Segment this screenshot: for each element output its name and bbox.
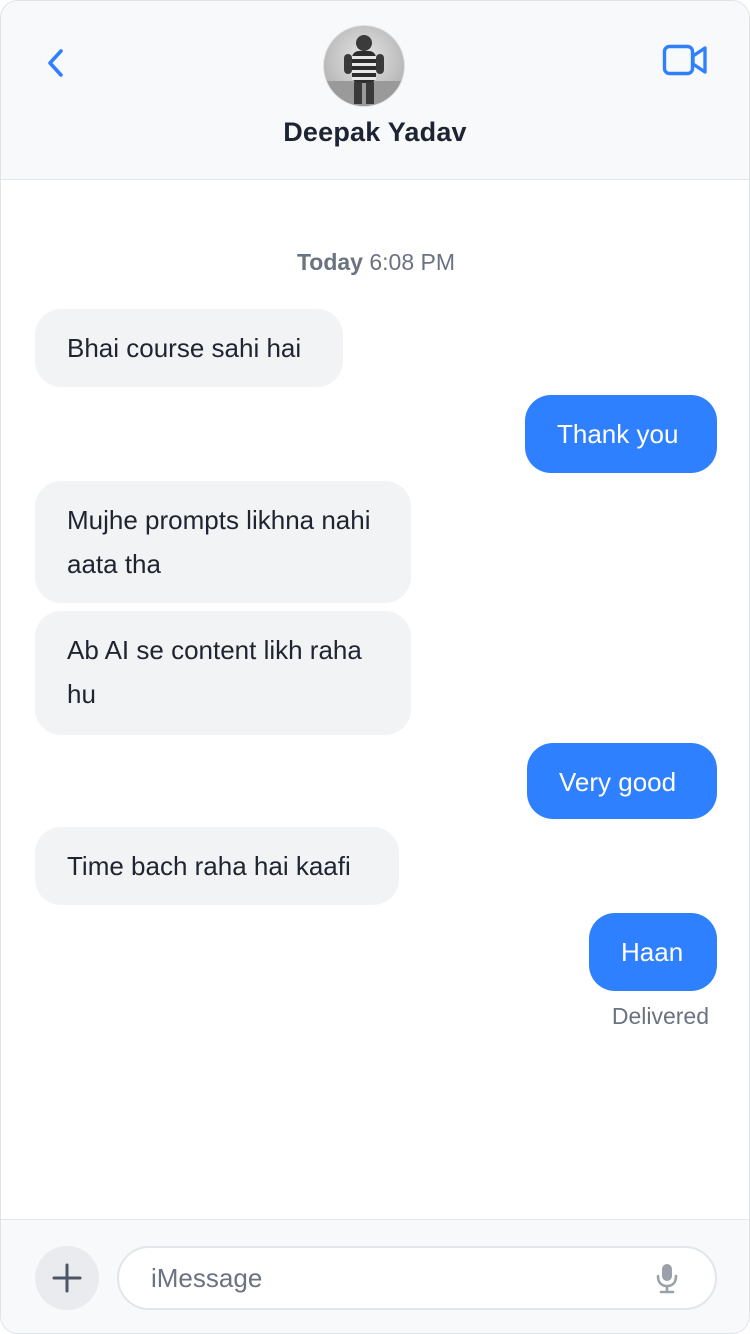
- video-call-button[interactable]: [661, 41, 709, 79]
- timestamp-time: 6:08 PM: [369, 249, 456, 275]
- incoming-message[interactable]: Bhai course sahi hai: [35, 309, 343, 387]
- message-input[interactable]: [117, 1246, 717, 1310]
- incoming-message[interactable]: Time bach raha hai kaafi: [35, 827, 399, 905]
- conversation-header: Deepak Yadav: [1, 1, 749, 180]
- contact-name[interactable]: Deepak Yadav: [1, 117, 749, 148]
- microphone-button[interactable]: [649, 1260, 685, 1296]
- back-button[interactable]: [39, 45, 73, 81]
- outgoing-message[interactable]: Haan: [589, 913, 717, 991]
- chevron-left-icon: [48, 49, 63, 77]
- microphone-icon: [656, 1264, 678, 1294]
- incoming-message[interactable]: Ab AI se content likh raha hu: [35, 611, 411, 735]
- outgoing-message[interactable]: Very good: [527, 743, 717, 819]
- delivery-status: Delivered: [611, 1003, 709, 1029]
- message-composer: [1, 1219, 749, 1333]
- plus-icon: [52, 1263, 82, 1293]
- outgoing-message[interactable]: Thank you: [525, 395, 717, 473]
- timestamp-day: Today: [296, 249, 363, 275]
- incoming-message[interactable]: Mujhe prompts likhna nahi aata tha: [35, 481, 411, 603]
- conversation-timestamp: Today 6:08 PM: [1, 249, 749, 276]
- video-camera-icon: [662, 44, 707, 76]
- add-attachment-button[interactable]: [35, 1246, 99, 1310]
- contact-avatar[interactable]: [324, 26, 404, 106]
- chat-screen: Deepak Yadav Today 6:08 PM Bhai course s…: [0, 0, 750, 1334]
